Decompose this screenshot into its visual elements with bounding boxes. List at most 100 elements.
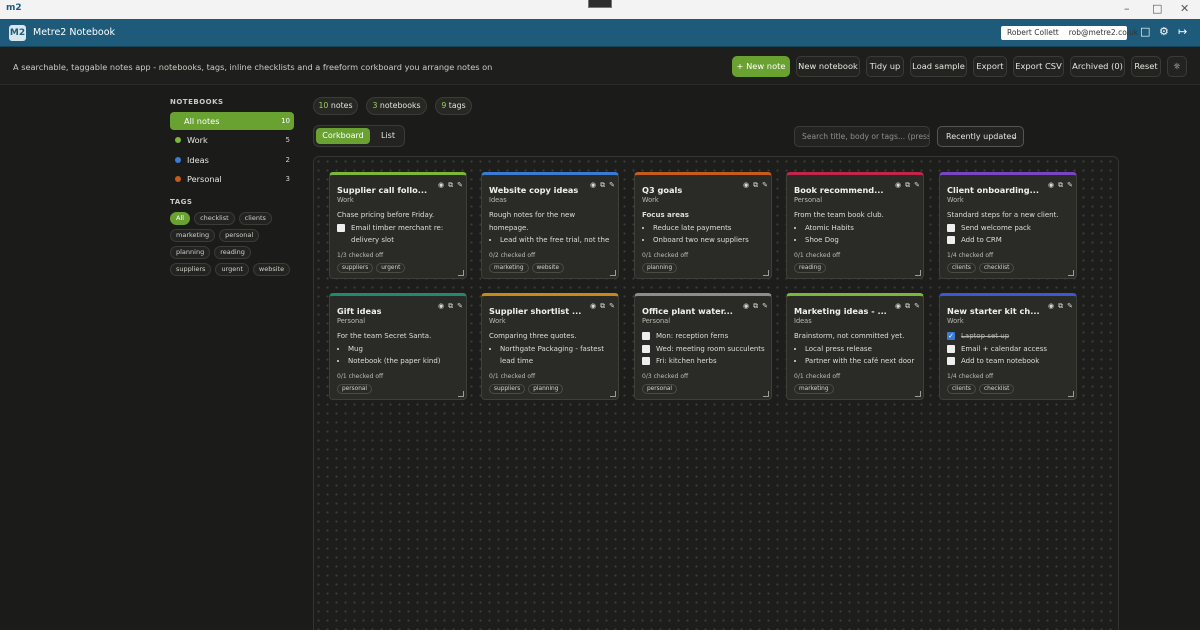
duplicate-icon[interactable]: ⧉ [753,302,758,311]
note-tag[interactable]: personal [337,384,373,394]
note-card[interactable]: Office plant water... Personal ◉ ⧉ ✎ Mon:… [634,293,772,400]
drag-handle[interactable] [588,0,612,8]
duplicate-icon[interactable]: ⧉ [600,302,605,311]
checkbox[interactable] [947,223,955,232]
duplicate-icon[interactable]: ⧉ [1058,181,1063,190]
resize-handle[interactable] [458,270,464,276]
edit-icon[interactable]: ✎ [457,181,463,190]
duplicate-icon[interactable]: ⧉ [905,302,910,311]
note-card[interactable]: Marketing ideas - ... Ideas ◉ ⧉ ✎ Brainsto… [786,293,924,400]
resize-handle[interactable] [915,270,921,276]
resize-handle[interactable] [1068,270,1074,276]
note-tag[interactable]: marketing [794,384,834,394]
edit-icon[interactable]: ✎ [762,302,768,311]
sort-select[interactable]: Recently updated ⌄ [937,126,1024,147]
duplicate-icon[interactable]: ⧉ [905,181,910,190]
duplicate-icon[interactable]: ⧉ [448,181,453,190]
archive-icon[interactable]: ◉ [590,181,596,190]
sidebar-item-ideas[interactable]: Ideas 2 [170,151,294,169]
tag-chip-marketing[interactable]: marketing [170,228,216,242]
note-card[interactable]: Supplier shortlist ... Work ◉ ⧉ ✎ Comparin… [481,293,619,400]
close-icon[interactable]: ✕ [1180,2,1189,15]
note-tag[interactable]: website [531,263,565,273]
archive-icon[interactable]: ◉ [1048,181,1054,190]
gear-icon[interactable]: ⚙ [1159,25,1169,38]
note-card[interactable]: Supplier call follo... Work ◉ ⧉ ✎ Chase pr… [329,172,467,279]
duplicate-icon[interactable]: ⧉ [600,181,605,190]
tag-chip-all[interactable]: All [170,211,191,225]
checkbox[interactable]: ✓ [947,332,955,340]
resize-handle[interactable] [763,270,769,276]
corkboard[interactable]: Supplier call follo... Work ◉ ⧉ ✎ Chase pr… [313,156,1119,630]
tag-chip-clients[interactable]: clients [238,211,272,225]
note-tag[interactable]: checklist [978,263,1015,273]
sidebar-item-all-notes[interactable]: All notes 10 [170,112,294,130]
note-card[interactable]: Book recommend... Personal ◉ ⧉ ✎ From the … [786,172,924,279]
tag-chip-reading[interactable]: reading [214,245,251,259]
new-notebook-button[interactable]: New notebook [796,56,860,77]
minimize-icon[interactable]: – [1124,2,1130,15]
maximize-icon[interactable]: □ [1152,2,1162,15]
sidebar-item-personal[interactable]: Personal 3 [170,170,294,188]
archive-icon[interactable]: ◉ [1048,302,1054,311]
note-tag[interactable]: clients [947,384,976,394]
resize-handle[interactable] [915,391,921,397]
note-card[interactable]: New starter kit ch... Work ◉ ⧉ ✎ ✓ Laptop… [939,293,1077,400]
sidebar-item-work[interactable]: Work 5 [170,131,294,149]
note-tag[interactable]: suppliers [489,384,526,394]
checkbox[interactable] [642,357,650,366]
note-card[interactable]: Website copy ideas Ideas ◉ ⧉ ✎ Rough notes… [481,172,619,279]
note-tag[interactable]: checklist [978,384,1015,394]
edit-icon[interactable]: ✎ [1067,302,1073,311]
checkbox[interactable] [642,332,650,340]
archived-button[interactable]: Archived (0) [1070,56,1125,77]
tag-chip-website[interactable]: website [252,262,291,276]
sun-icon[interactable]: ☼ [1167,56,1187,77]
resize-handle[interactable] [610,391,616,397]
tab-list[interactable]: List [374,128,402,144]
duplicate-icon[interactable]: ⧉ [1058,302,1063,311]
note-tag[interactable]: marketing [489,263,529,273]
new-note-button[interactable]: + New note [732,56,790,77]
export-csv-button[interactable]: Export CSV [1013,56,1064,77]
checkbox[interactable] [947,236,955,245]
edit-icon[interactable]: ✎ [609,181,615,190]
edit-icon[interactable]: ✎ [457,302,463,311]
note-card[interactable]: Client onboarding... Work ◉ ⧉ ✎ Standard s… [939,172,1077,279]
duplicate-icon[interactable]: ⧉ [753,181,758,190]
chat-icon[interactable]: □ [1140,25,1150,38]
resize-handle[interactable] [610,270,616,276]
edit-icon[interactable]: ✎ [762,181,768,190]
resize-handle[interactable] [763,391,769,397]
search-input[interactable] [794,126,930,147]
note-card[interactable]: Q3 goalsWork ◉ ⧉ ✎ Focus areas Reduce late… [634,172,772,279]
note-tag[interactable]: urgent [376,263,406,273]
tag-chip-suppliers[interactable]: suppliers [170,262,212,276]
load-sample-button[interactable]: Load sample [910,56,967,77]
tidy-up-button[interactable]: Tidy up [866,56,904,77]
archive-icon[interactable]: ◉ [743,302,749,311]
archive-icon[interactable]: ◉ [590,302,596,311]
note-tag[interactable]: planning [642,263,678,273]
checkbox[interactable] [947,357,955,366]
archive-icon[interactable]: ◉ [743,181,749,190]
edit-icon[interactable]: ✎ [914,302,920,311]
archive-icon[interactable]: ◉ [438,181,444,190]
resize-handle[interactable] [1068,391,1074,397]
tag-chip-urgent[interactable]: urgent [215,262,249,276]
tag-chip-planning[interactable]: planning [170,245,211,259]
archive-icon[interactable]: ◉ [895,302,901,311]
checkbox[interactable] [642,344,650,353]
tag-chip-personal[interactable]: personal [219,228,260,242]
user-badge[interactable]: Robert Collett rob@metre2.co.uk [1001,26,1138,40]
resize-handle[interactable] [458,391,464,397]
export-button[interactable]: Export [973,56,1007,77]
logout-icon[interactable]: ↦ [1178,25,1187,38]
edit-icon[interactable]: ✎ [609,302,615,311]
note-tag[interactable]: reading [794,263,827,273]
checkbox[interactable] [947,344,955,353]
archive-icon[interactable]: ◉ [895,181,901,190]
note-tag[interactable]: suppliers [337,263,374,273]
tab-corkboard[interactable]: Corkboard [316,128,370,144]
tag-chip-checklist[interactable]: checklist [194,211,235,225]
